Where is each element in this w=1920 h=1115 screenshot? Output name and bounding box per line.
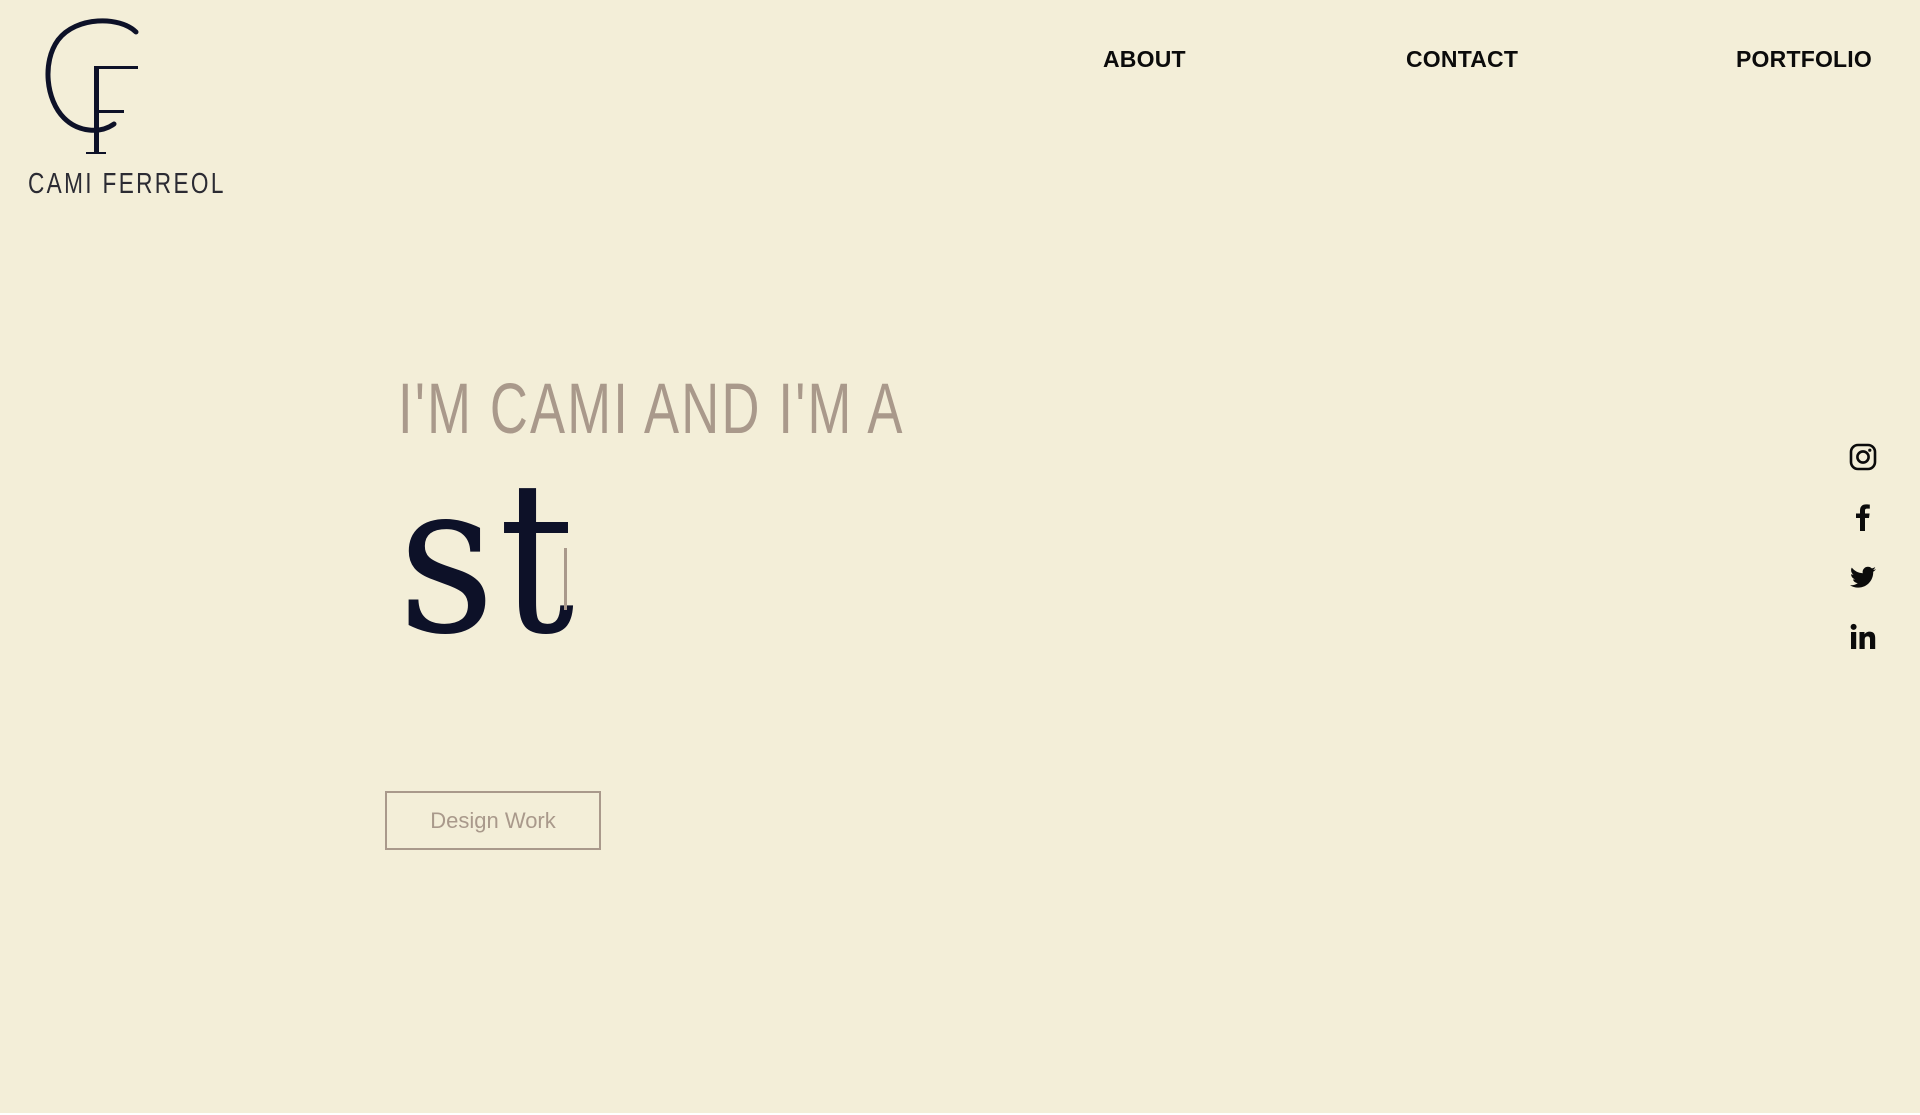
typed-text-wrap: st [398,454,598,664]
nav-portfolio[interactable]: PORTFOLIO [1736,46,1872,73]
social-links [1848,442,1880,682]
brand-name: CAMI FERREOL [28,168,226,200]
facebook-link[interactable] [1848,502,1878,532]
nav-about[interactable]: ABOUT [1103,46,1186,73]
typing-caret [564,548,567,610]
cf-monogram-logo [45,18,139,154]
linkedin-link[interactable] [1848,622,1878,652]
hero-section: I'M CAMI AND I'M A st [398,370,1083,664]
design-work-button[interactable]: Design Work [385,791,601,850]
hero-intro: I'M CAMI AND I'M A [398,370,905,449]
facebook-icon [1856,504,1870,531]
instagram-link[interactable] [1848,442,1878,472]
typed-text: st [398,436,579,681]
instagram-icon [1849,443,1877,471]
linkedin-icon [1850,623,1876,649]
nav-contact[interactable]: CONTACT [1406,46,1518,73]
twitter-link[interactable] [1848,562,1878,592]
main-nav: ABOUT CONTACT PORTFOLIO [0,46,1920,78]
twitter-icon [1850,566,1876,588]
